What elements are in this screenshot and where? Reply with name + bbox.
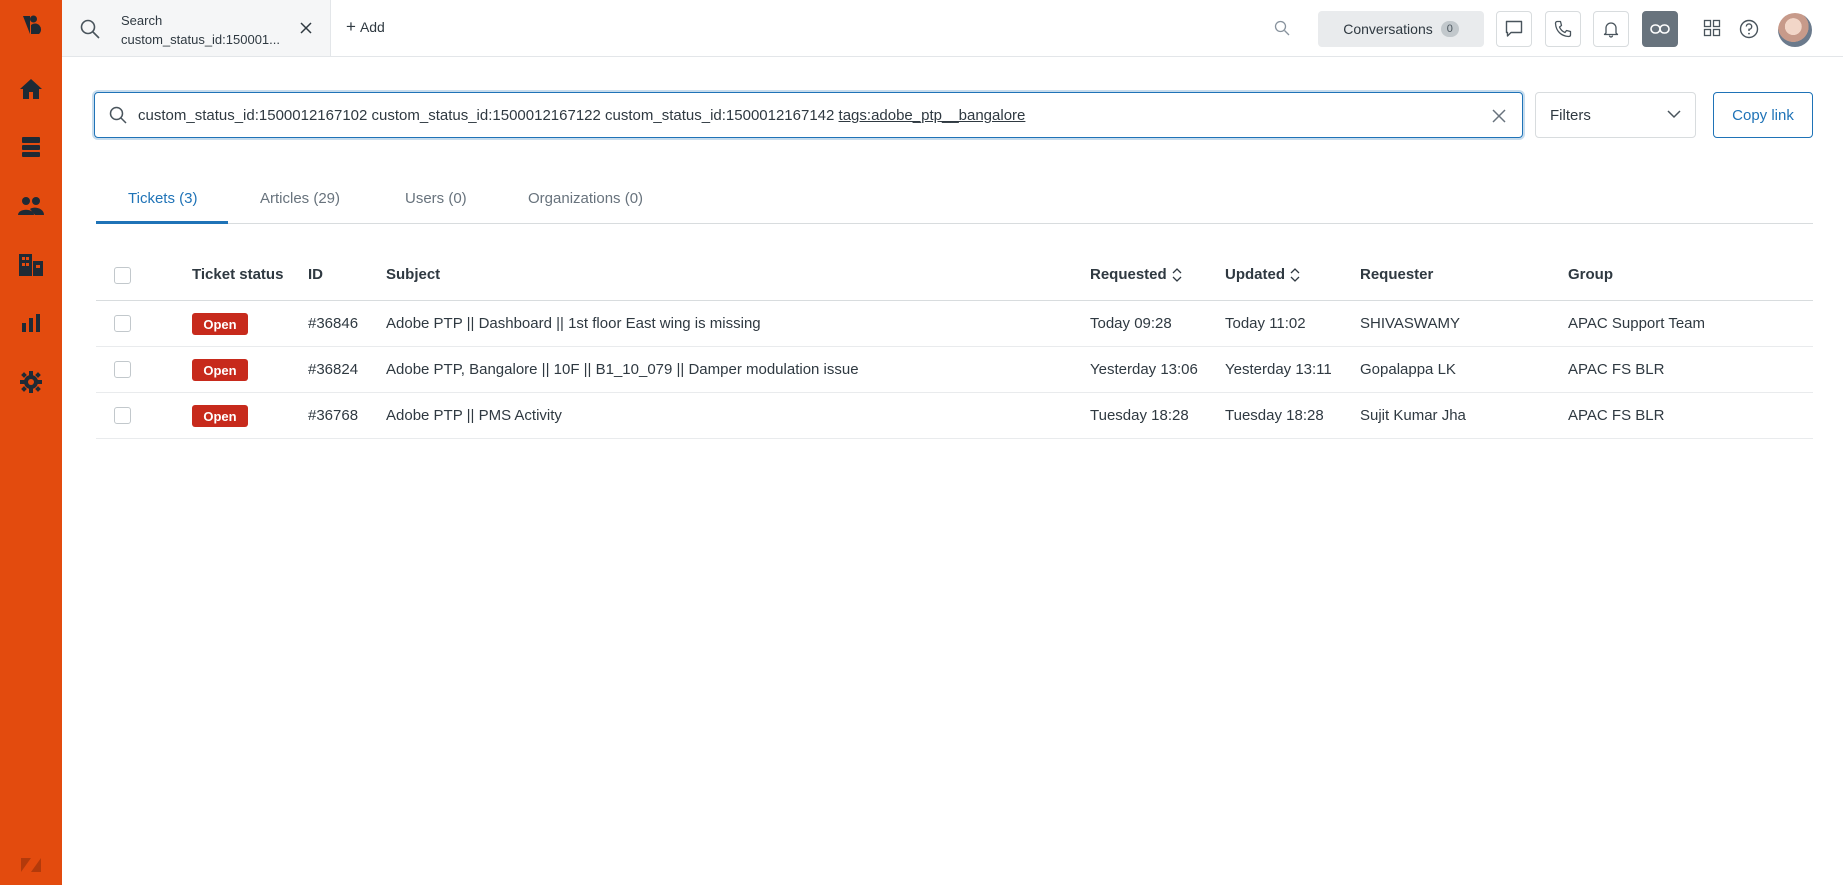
table-row[interactable]: Open #36846 Adobe PTP || Dashboard || 1s…: [96, 301, 1813, 347]
column-subject: Subject: [386, 266, 441, 283]
row-checkbox[interactable]: [114, 315, 131, 332]
status-badge: Open: [192, 359, 248, 381]
ticket-subject[interactable]: Adobe PTP || Dashboard || 1st floor East…: [386, 315, 761, 332]
tab-title: Search: [121, 13, 163, 28]
avatar[interactable]: [1778, 13, 1812, 47]
ticket-id: #36824: [308, 361, 359, 378]
search-query-tag: tags:adobe_ptp__bangalore: [838, 107, 1026, 124]
column-requester: Requester: [1360, 266, 1434, 283]
ticket-group: APAC FS BLR: [1568, 407, 1665, 424]
apps-grid-icon[interactable]: [1703, 19, 1721, 37]
tab-subtitle: custom_status_id:150001...: [121, 32, 280, 47]
top-bar: Search custom_status_id:150001... + Add …: [62, 0, 1843, 57]
result-tabs: Tickets (3) Articles (29) Users (0) Orga…: [95, 190, 1813, 224]
ticket-id: #36846: [308, 315, 359, 332]
sort-icon: [1290, 267, 1300, 282]
ticket-requested: Today 09:28: [1090, 315, 1172, 332]
link-icon: [1650, 24, 1670, 34]
reporting-icon[interactable]: [0, 303, 62, 343]
column-requested[interactable]: Requested: [1090, 266, 1182, 283]
row-checkbox[interactable]: [114, 361, 131, 378]
tab-articles[interactable]: Articles (29): [260, 190, 340, 223]
conversations-label: Conversations: [1343, 21, 1433, 37]
search-query-main: custom_status_id:1500012167102 custom_st…: [138, 107, 839, 124]
clear-icon[interactable]: [1491, 108, 1507, 124]
customers-icon[interactable]: [0, 186, 62, 226]
ticket-updated: Tuesday 18:28: [1225, 407, 1324, 424]
help-icon[interactable]: [1739, 19, 1759, 39]
table-header: Ticket status ID Subject Requested Updat…: [96, 254, 1813, 301]
close-icon[interactable]: [298, 20, 314, 36]
chevron-down-icon: [1667, 110, 1681, 119]
status-badge: Open: [192, 405, 248, 427]
views-icon[interactable]: [0, 127, 62, 167]
ticket-requester: Sujit Kumar Jha: [1360, 407, 1466, 424]
column-group: Group: [1568, 266, 1613, 283]
ticket-group: APAC Support Team: [1568, 315, 1706, 332]
ticket-id: #36768: [308, 407, 359, 424]
tab-users[interactable]: Users (0): [405, 190, 467, 223]
column-updated-label: Updated: [1225, 266, 1285, 283]
ticket-subject[interactable]: Adobe PTP, Bangalore || 10F || B1_10_079…: [386, 361, 859, 378]
sort-icon: [1172, 267, 1182, 282]
add-button[interactable]: + Add: [346, 17, 385, 36]
ticket-updated: Yesterday 13:11: [1225, 361, 1332, 378]
chat-icon: [1505, 20, 1523, 37]
search-icon[interactable]: [1274, 20, 1290, 36]
ticket-requested: Yesterday 13:06: [1090, 361, 1198, 378]
tab-tickets[interactable]: Tickets (3): [95, 190, 230, 224]
bell-icon: [1603, 22, 1619, 38]
left-nav: [0, 0, 62, 885]
search-icon: [109, 106, 127, 124]
phone-icon: [1554, 20, 1572, 38]
tab-organizations[interactable]: Organizations (0): [528, 190, 643, 223]
search-icon: [80, 19, 100, 39]
link-button[interactable]: [1642, 11, 1678, 47]
add-label: Add: [359, 19, 385, 35]
column-id: ID: [308, 266, 323, 283]
search-tab[interactable]: Search custom_status_id:150001...: [62, 0, 331, 56]
ticket-requested: Tuesday 18:28: [1090, 407, 1189, 424]
chat-button[interactable]: [1496, 11, 1532, 47]
status-badge: Open: [192, 313, 248, 335]
organizations-icon[interactable]: [0, 245, 62, 285]
ticket-requester: SHIVASWAMY: [1360, 315, 1461, 332]
zendesk-icon[interactable]: [0, 845, 62, 885]
zendesk-logo-icon[interactable]: [0, 5, 62, 45]
app-root: Search custom_status_id:150001... + Add …: [0, 0, 1843, 885]
copy-link-button[interactable]: Copy link: [1713, 92, 1813, 138]
phone-button[interactable]: [1545, 11, 1581, 47]
plus-icon: +: [346, 17, 356, 36]
filters-label: Filters: [1550, 107, 1591, 124]
admin-gear-icon[interactable]: [0, 362, 62, 402]
row-checkbox[interactable]: [114, 407, 131, 424]
conversations-button[interactable]: Conversations 0: [1318, 11, 1484, 47]
table-row[interactable]: Open #36768 Adobe PTP || PMS Activity Tu…: [96, 393, 1813, 439]
ticket-subject[interactable]: Adobe PTP || PMS Activity: [386, 407, 562, 424]
column-requested-label: Requested: [1090, 266, 1167, 283]
search-input[interactable]: custom_status_id:1500012167102 custom_st…: [94, 92, 1523, 138]
conversations-count: 0: [1440, 21, 1459, 37]
tickets-table: Ticket status ID Subject Requested Updat…: [96, 254, 1813, 439]
home-icon[interactable]: [0, 69, 62, 109]
filters-dropdown[interactable]: Filters: [1535, 92, 1696, 138]
ticket-requester: Gopalappa LK: [1360, 361, 1456, 378]
ticket-group: APAC FS BLR: [1568, 361, 1665, 378]
search-query: custom_status_id:1500012167102 custom_st…: [138, 107, 1025, 124]
column-updated[interactable]: Updated: [1225, 266, 1300, 283]
ticket-updated: Today 11:02: [1225, 315, 1306, 332]
table-row[interactable]: Open #36824 Adobe PTP, Bangalore || 10F …: [96, 347, 1813, 393]
select-all-checkbox[interactable]: [114, 267, 131, 284]
column-ticket-status: Ticket status: [192, 266, 284, 283]
notifications-button[interactable]: [1593, 11, 1629, 47]
